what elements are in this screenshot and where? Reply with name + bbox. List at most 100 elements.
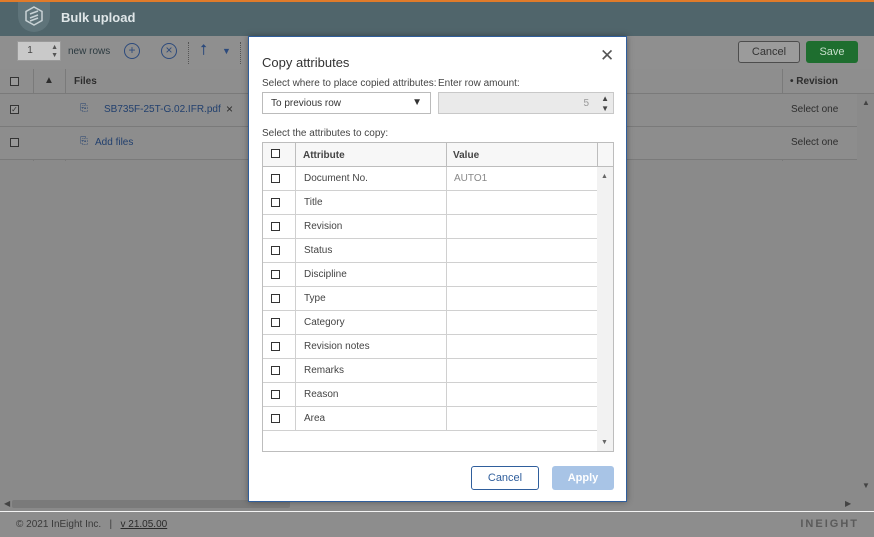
row-count-stepper[interactable]: 1 ▲ ▼: [17, 41, 61, 61]
table-row[interactable]: Revision: [263, 215, 597, 239]
toolbar-divider: [188, 42, 189, 64]
row-checkbox[interactable]: [10, 138, 19, 147]
footer: © 2021 InEight Inc. | v 21.05.00 INEIGHT: [0, 512, 874, 537]
remove-file-icon[interactable]: ×: [226, 102, 233, 116]
amount-label: Enter row amount:: [438, 78, 520, 89]
attribute-name: Revision: [304, 221, 343, 232]
select-all-attributes-checkbox[interactable]: [271, 149, 280, 158]
pdf-file-icon: ⎘: [80, 103, 88, 114]
revision-select[interactable]: Select one: [791, 137, 838, 148]
add-file-icon: ⎘: [80, 136, 88, 147]
scroll-down-icon[interactable]: ▼: [601, 439, 608, 446]
upload-icon[interactable]: ⭡: [200, 42, 207, 59]
decrement-icon[interactable]: ▼: [601, 104, 609, 113]
dialog-title: Copy attributes: [262, 55, 350, 70]
attribute-checkbox[interactable]: [271, 246, 280, 255]
row-amount-input[interactable]: 5 ▲ ▼: [438, 92, 614, 114]
attribute-name: Revision notes: [304, 341, 370, 352]
table-row[interactable]: Area: [263, 407, 597, 431]
new-rows-label: new rows: [68, 46, 111, 57]
attribute-value: AUTO1: [454, 173, 488, 184]
attribute-checkbox[interactable]: [271, 294, 280, 303]
attribute-checkbox[interactable]: [271, 366, 280, 375]
cancel-button[interactable]: Cancel: [738, 41, 800, 63]
attributes-table: Attribute Value Document No. AUTO1 Title…: [262, 142, 614, 452]
toolbar-divider: [240, 42, 241, 64]
table-row[interactable]: Document No. AUTO1: [263, 167, 597, 191]
chevron-down-icon[interactable]: ▼: [222, 46, 231, 56]
table-row[interactable]: Reason: [263, 383, 597, 407]
table-row[interactable]: Remarks: [263, 359, 597, 383]
add-circle-icon[interactable]: +: [124, 43, 140, 59]
stepper-down-icon[interactable]: ▼: [51, 52, 58, 60]
attribute-name: Remarks: [304, 365, 345, 376]
place-select-value: To previous row: [271, 98, 342, 109]
warning-icon: ▲: [44, 75, 54, 86]
vertical-scrollbar[interactable]: ▲ ▼: [857, 94, 874, 499]
attribute-checkbox[interactable]: [271, 318, 280, 327]
chevron-down-icon: ▼: [412, 97, 422, 108]
scroll-up-icon[interactable]: ▲: [862, 98, 870, 107]
attribute-checkbox[interactable]: [271, 414, 280, 423]
header-divider: [295, 143, 296, 167]
attribute-checkbox[interactable]: [271, 222, 280, 231]
page-title: Bulk upload: [61, 10, 136, 25]
attribute-name: Reason: [304, 389, 339, 400]
table-row[interactable]: Type: [263, 287, 597, 311]
copy-attributes-dialog: Copy attributes ✕ Select where to place …: [248, 36, 627, 502]
row-checkbox-checked[interactable]: ✓: [10, 105, 19, 114]
header-divider: [597, 143, 598, 167]
attribute-name: Category: [304, 317, 345, 328]
attribute-checkbox[interactable]: [271, 342, 280, 351]
table-row[interactable]: Title: [263, 191, 597, 215]
footer-separator: |: [109, 519, 113, 530]
table-row[interactable]: Status: [263, 239, 597, 263]
copyright-text: © 2021 InEight Inc. | v 21.05.00: [16, 519, 167, 530]
attribute-name: Document No.: [304, 173, 368, 184]
place-select[interactable]: To previous row ▼: [262, 92, 431, 114]
table-row[interactable]: Revision notes: [263, 335, 597, 359]
attribute-name: Status: [304, 245, 333, 256]
version-link[interactable]: v 21.05.00: [121, 519, 168, 530]
attribute-checkbox[interactable]: [271, 270, 280, 279]
revision-select[interactable]: Select one: [791, 104, 838, 115]
table-row[interactable]: Category: [263, 311, 597, 335]
save-button[interactable]: Save: [806, 41, 858, 63]
attribute-name: Discipline: [304, 269, 347, 280]
apply-button[interactable]: Apply: [552, 466, 614, 490]
brand-logo: INEIGHT: [800, 518, 859, 530]
place-label: Select where to place copied attributes:: [262, 78, 437, 89]
row-amount-value: 5: [583, 98, 589, 109]
value-column-header: Value: [453, 150, 480, 161]
attribute-name: Area: [304, 413, 326, 424]
attribute-column-header: Attribute: [303, 150, 345, 161]
attribute-checkbox[interactable]: [271, 390, 280, 399]
attribute-checkbox[interactable]: [271, 174, 280, 183]
header-divider: [446, 143, 447, 167]
revision-column-header[interactable]: • Revision: [790, 76, 838, 87]
scroll-down-icon[interactable]: ▼: [862, 481, 870, 490]
scroll-left-icon[interactable]: ◀: [4, 499, 10, 508]
close-icon[interactable]: ✕: [600, 46, 614, 66]
attribute-checkbox[interactable]: [271, 198, 280, 207]
table-row[interactable]: Discipline: [263, 263, 597, 287]
attribute-name: Type: [304, 293, 326, 304]
stepper-up-icon[interactable]: ▲: [51, 44, 58, 52]
app-header: Bulk upload: [0, 0, 874, 36]
remove-circle-icon[interactable]: ×: [161, 43, 177, 59]
scroll-up-icon[interactable]: ▲: [601, 173, 608, 180]
files-column-header[interactable]: Files: [74, 76, 97, 87]
file-name-link[interactable]: SB735F-25T-G.02.IFR.pdf: [104, 104, 221, 115]
copyright-label: © 2021 InEight Inc.: [16, 519, 102, 530]
increment-icon[interactable]: ▲: [601, 94, 609, 103]
ineight-logo-icon: [18, 2, 50, 32]
attribute-name: Title: [304, 197, 323, 208]
scroll-right-icon[interactable]: ▶: [845, 499, 851, 508]
cancel-button[interactable]: Cancel: [471, 466, 539, 490]
attributes-scrollbar[interactable]: ▲ ▼: [597, 167, 613, 451]
attributes-table-header: Attribute Value: [263, 143, 613, 167]
row-count-value: 1: [27, 45, 33, 56]
attributes-label: Select the attributes to copy:: [262, 128, 389, 139]
select-all-checkbox[interactable]: [10, 77, 19, 86]
add-files-link[interactable]: Add files: [95, 137, 133, 148]
